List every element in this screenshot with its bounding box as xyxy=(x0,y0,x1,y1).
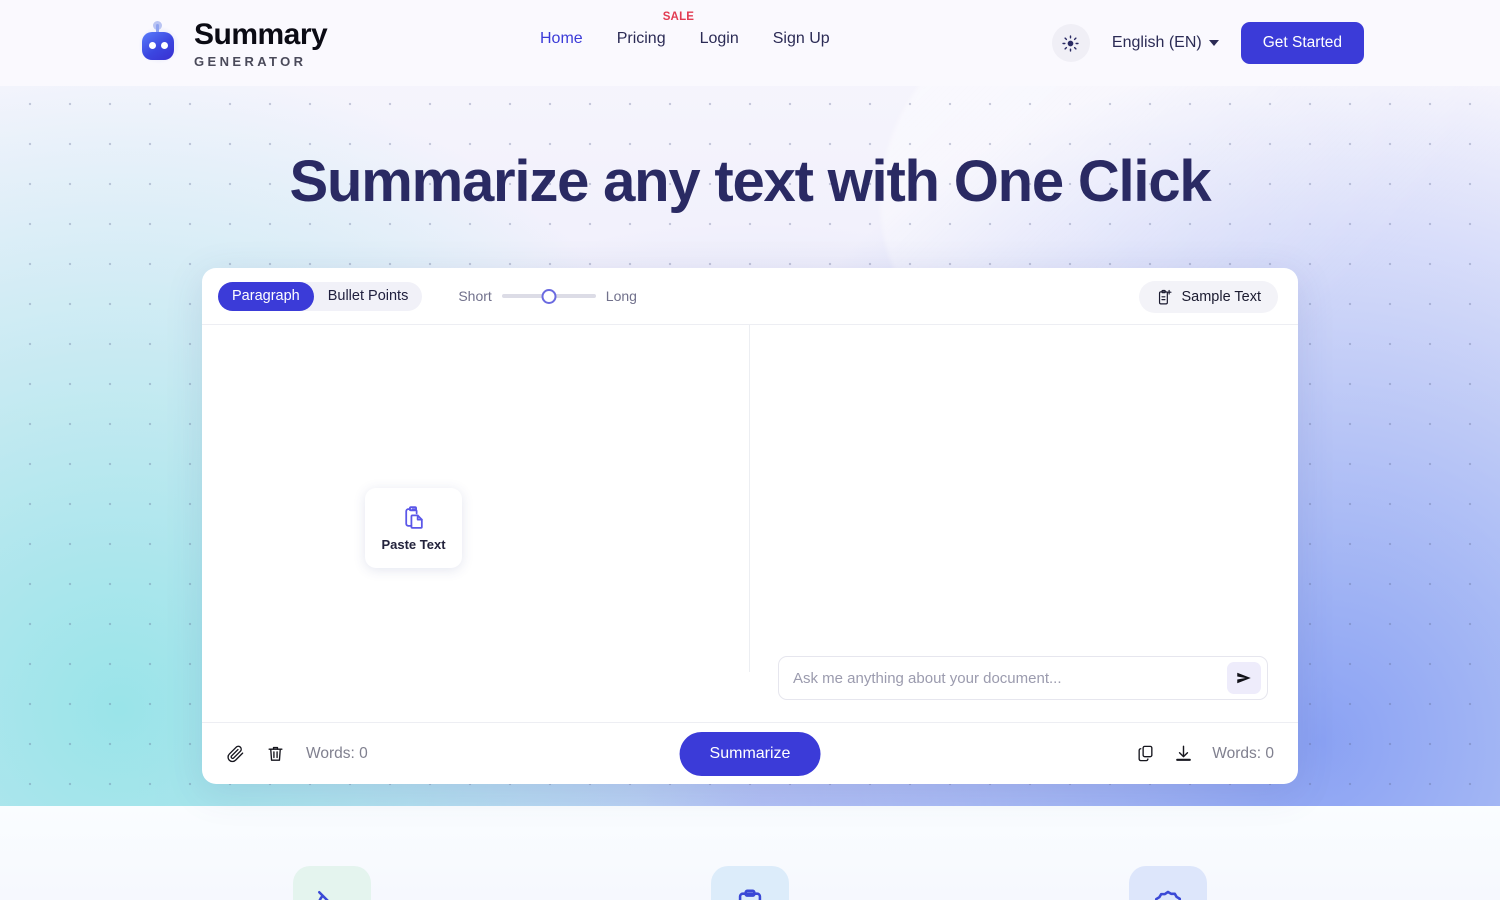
editor-footer-left: Words: 0 xyxy=(226,744,368,763)
robot-logo-icon xyxy=(136,21,182,66)
get-started-button[interactable]: Get Started xyxy=(1240,22,1364,64)
logo-subtitle: GENERATOR xyxy=(194,54,307,69)
length-slider[interactable] xyxy=(501,287,596,305)
clear-text-button[interactable] xyxy=(266,744,285,763)
theme-toggle-button[interactable] xyxy=(1051,24,1090,62)
trash-icon xyxy=(268,746,283,761)
broadcast-off-icon xyxy=(317,890,329,900)
sale-badge: SALE xyxy=(662,11,695,23)
length-slider-thumb[interactable] xyxy=(541,288,557,304)
paste-text-card[interactable]: Paste Text xyxy=(365,488,462,568)
chevron-down-icon xyxy=(1208,40,1219,46)
copy-icon xyxy=(1138,745,1153,762)
header-actions: English (EN) Get Started xyxy=(1051,22,1364,64)
length-min-label: Short xyxy=(458,288,492,304)
page-title: Summarize any text with One Click xyxy=(289,149,1212,214)
send-button[interactable] xyxy=(1227,662,1261,694)
settings-code-icon xyxy=(1154,890,1182,900)
editor-panes: Paste Text xyxy=(202,325,1298,722)
paste-text-label: Paste Text xyxy=(381,536,446,552)
nav-item-pricing-label: Pricing xyxy=(616,30,666,47)
feature-tile-2[interactable] xyxy=(711,866,789,900)
clipboard-paste-icon xyxy=(405,505,423,529)
nav-item-login[interactable]: Login xyxy=(700,30,739,48)
output-pane[interactable] xyxy=(750,325,1298,722)
copy-button[interactable] xyxy=(1136,744,1155,763)
download-icon xyxy=(1176,745,1192,761)
input-word-count: Words: 0 xyxy=(306,744,368,762)
feature-tiles xyxy=(0,806,1500,900)
download-button[interactable] xyxy=(1174,744,1193,763)
input-pane[interactable]: Paste Text xyxy=(202,325,749,722)
paperclip-icon xyxy=(227,745,244,763)
logo-title: Summary xyxy=(194,18,328,51)
mode-paragraph-button[interactable]: Paragraph xyxy=(218,281,314,311)
output-word-count: Words: 0 xyxy=(1212,744,1274,762)
chat-input-wrapper[interactable] xyxy=(778,656,1268,700)
editor-footer-right: Words: 0 xyxy=(1136,744,1274,763)
editor-toolbar: Paragraph Bullet Points Short Long Sampl… xyxy=(202,268,1298,325)
page-root: Summary GENERATOR Home SALE Pricing Logi… xyxy=(0,0,1500,900)
nav-item-signup[interactable]: Sign Up xyxy=(773,30,830,48)
sample-text-label: Sample Text xyxy=(1181,289,1261,305)
length-control: Short Long xyxy=(458,287,637,305)
feature-tile-3[interactable] xyxy=(1129,866,1207,900)
clipboard-list-icon xyxy=(738,889,762,900)
chat-row xyxy=(778,656,1268,700)
nav-item-pricing[interactable]: SALE Pricing xyxy=(616,11,694,48)
feature-tile-1[interactable] xyxy=(293,866,371,900)
nav-item-home[interactable]: Home xyxy=(540,30,583,48)
main-nav: Home SALE Pricing Login Sign Up xyxy=(540,11,830,48)
editor-footer: Words: 0 Summarize Words: 0 xyxy=(202,722,1298,784)
clipboard-plus-icon xyxy=(1159,289,1172,304)
length-max-label: Long xyxy=(605,288,637,304)
summarize-button[interactable]: Summarize xyxy=(679,731,821,776)
language-selector-label: English (EN) xyxy=(1111,34,1202,51)
language-selector[interactable]: English (EN) xyxy=(1112,34,1219,52)
attach-file-button[interactable] xyxy=(226,744,245,763)
output-mode-toggle: Paragraph Bullet Points xyxy=(218,281,423,311)
site-header: Summary GENERATOR Home SALE Pricing Logi… xyxy=(0,0,1500,86)
chat-input[interactable] xyxy=(793,669,1227,687)
send-paper-plane-icon xyxy=(1237,672,1251,684)
logo[interactable]: Summary GENERATOR xyxy=(136,18,328,69)
mode-bullet-points-button[interactable]: Bullet Points xyxy=(314,282,423,311)
summarizer-card: Paragraph Bullet Points Short Long Sampl… xyxy=(202,268,1298,784)
sample-text-button[interactable]: Sample Text xyxy=(1139,281,1278,313)
sun-icon xyxy=(1062,34,1080,52)
